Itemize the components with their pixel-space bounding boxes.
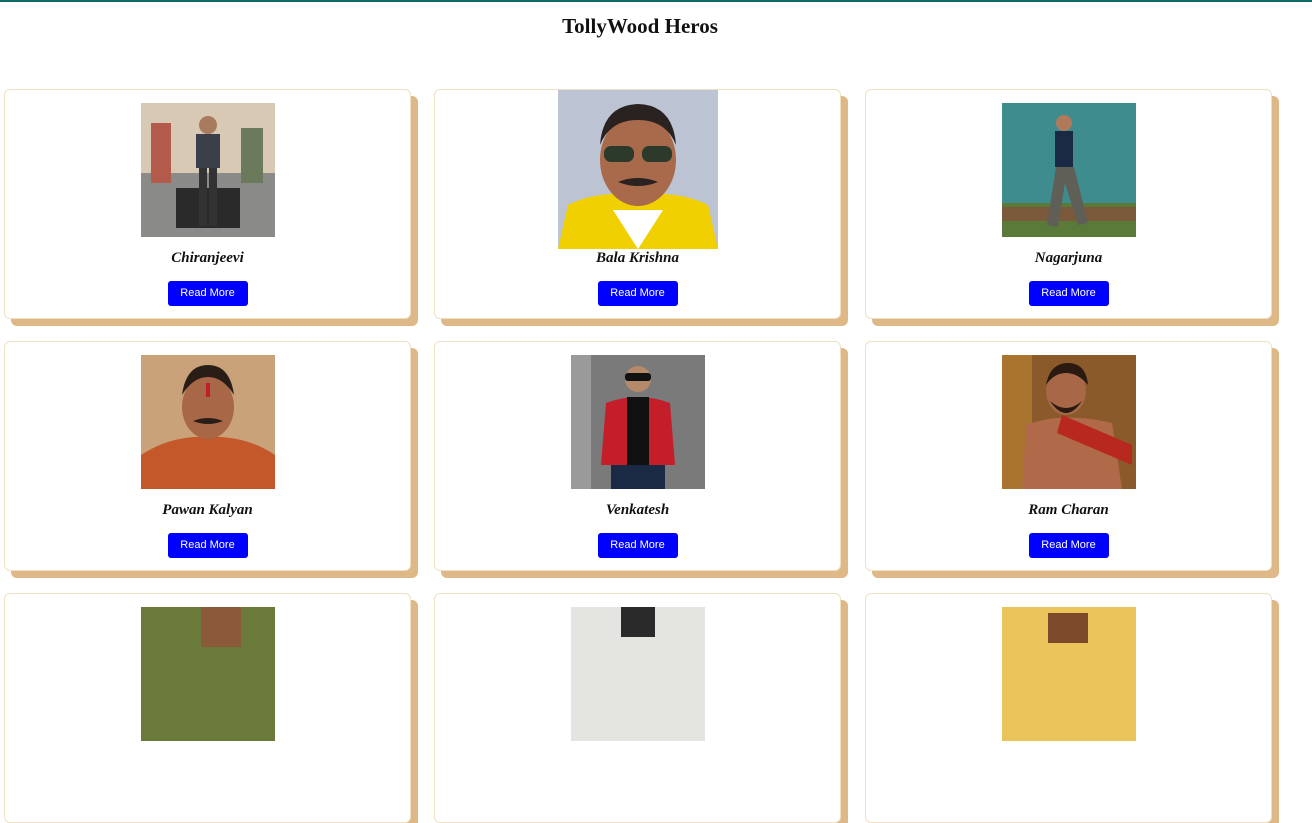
hero-card-venkatesh: Venkatesh Read More	[434, 341, 841, 571]
hero-photo-chiranjeevi	[140, 103, 275, 237]
hero-photo	[140, 607, 275, 741]
hero-card	[434, 593, 841, 823]
hero-name: Bala Krishna	[596, 250, 679, 266]
top-accent-bar	[0, 0, 1312, 2]
read-more-button[interactable]: Read More	[597, 533, 678, 558]
hero-photo-nagarjuna	[1001, 103, 1136, 237]
hero-card-pawan-kalyan: Pawan Kalyan Read More	[4, 341, 411, 571]
read-more-button[interactable]: Read More	[167, 533, 248, 558]
read-more-button[interactable]: Read More	[167, 281, 248, 306]
read-more-button[interactable]: Read More	[597, 281, 678, 306]
hero-name: Venkatesh	[605, 502, 670, 518]
hero-name: Nagarjuna	[1034, 250, 1103, 266]
read-more-button[interactable]: Read More	[1028, 281, 1109, 306]
hero-photo-ram-charan	[1001, 355, 1136, 489]
hero-photo-pawan-kalyan	[140, 355, 275, 489]
hero-card	[865, 593, 1272, 823]
hero-card	[4, 593, 411, 823]
hero-photo	[1001, 607, 1136, 741]
hero-name: Chiranjeevi	[171, 250, 244, 266]
hero-photo	[570, 607, 705, 741]
read-more-button[interactable]: Read More	[1028, 533, 1109, 558]
hero-card-ram-charan: Ram Charan Read More	[865, 341, 1272, 571]
hero-photo-venkatesh	[570, 355, 705, 489]
hero-card-chiranjeevi: Chiranjeevi Read More	[4, 89, 411, 319]
hero-photo-bala-krishna	[557, 90, 718, 249]
hero-name: Pawan Kalyan	[162, 502, 253, 518]
page-title: TollyWood Heros	[562, 14, 718, 38]
hero-card-nagarjuna: Nagarjuna Read More	[865, 89, 1272, 319]
hero-name: Ram Charan	[1028, 502, 1109, 518]
hero-card-bala-krishna: Bala Krishna Read More	[434, 89, 841, 319]
